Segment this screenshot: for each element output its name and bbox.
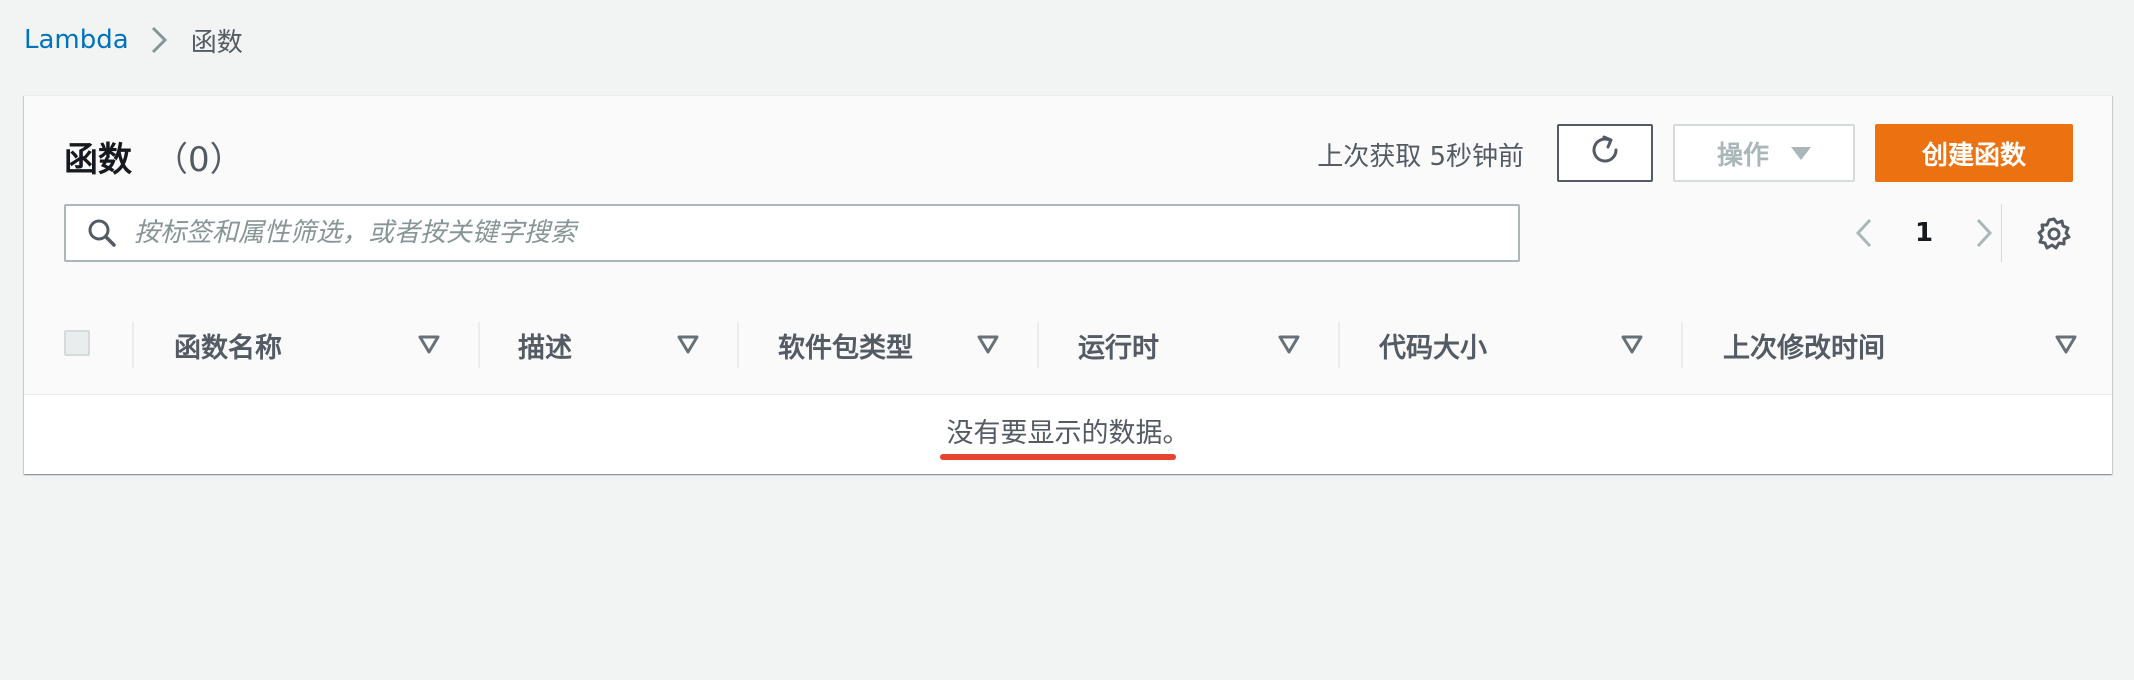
- breadcrumb-lambda-link[interactable]: Lambda: [24, 25, 129, 55]
- refresh-icon: [1588, 133, 1622, 174]
- column-header-runtime[interactable]: 运行时: [1078, 296, 1159, 394]
- empty-state-message: 没有要显示的数据。: [946, 418, 1190, 449]
- chevron-right-icon: [147, 22, 171, 58]
- column-divider: [737, 322, 739, 368]
- column-divider: [1681, 322, 1683, 368]
- search-box: [64, 204, 1520, 262]
- search-input[interactable]: [132, 207, 1518, 259]
- create-function-label: 创建函数: [1921, 140, 2026, 171]
- breadcrumb-current: 函数: [190, 27, 243, 58]
- actions-label: 操作: [1716, 140, 1769, 171]
- column-header-function-name[interactable]: 函数名称: [174, 296, 282, 394]
- column-header-last-modified[interactable]: 上次修改时间: [1723, 296, 1885, 394]
- column-divider: [1037, 322, 1039, 368]
- sort-icon[interactable]: [417, 332, 441, 356]
- chevron-left-icon[interactable]: [1844, 204, 1884, 262]
- column-header-package-type[interactable]: 软件包类型: [778, 296, 913, 394]
- sort-icon[interactable]: [976, 332, 1000, 356]
- empty-state-row: 没有要显示的数据。: [24, 395, 2112, 474]
- functions-panel: 函数 （0） 上次获取 5秒钟前 操作 创建函数 按标签和属性筛选，或者按关键字…: [24, 95, 2112, 474]
- panel-title-text: 函数: [64, 140, 132, 180]
- page-number[interactable]: 1: [1884, 218, 1964, 248]
- column-header-description[interactable]: 描述: [518, 296, 572, 394]
- column-divider: [478, 322, 480, 368]
- chevron-right-icon[interactable]: [1964, 204, 2004, 262]
- page-title: 函数 （0）: [64, 132, 244, 181]
- select-all-checkbox[interactable]: [64, 330, 90, 356]
- panel-header: 函数 （0） 上次获取 5秒钟前 操作 创建函数 按标签和属性筛选，或者按关键字…: [24, 96, 2112, 297]
- sort-icon[interactable]: [1620, 332, 1644, 356]
- column-divider: [1338, 322, 1340, 368]
- search-icon: [84, 215, 120, 251]
- divider: [2001, 204, 2002, 262]
- sort-icon[interactable]: [1277, 332, 1301, 356]
- function-count: （0）: [154, 140, 244, 180]
- column-header-code-size[interactable]: 代码大小: [1379, 296, 1487, 394]
- breadcrumb: Lambda 函数: [24, 20, 243, 60]
- caret-down-icon: [1791, 146, 1811, 160]
- create-function-button[interactable]: 创建函数: [1875, 124, 2073, 182]
- pagination: 1: [1844, 204, 2004, 262]
- sort-icon[interactable]: [676, 332, 700, 356]
- last-fetched-text: 上次获取 5秒钟前: [1317, 142, 1524, 172]
- column-divider: [132, 322, 134, 368]
- sort-icon[interactable]: [2054, 332, 2078, 356]
- refresh-button[interactable]: [1557, 124, 1653, 182]
- table-header: 函数名称 描述 软件包类型 运行时 代码大小 上次修改时间: [24, 296, 2112, 395]
- gear-icon[interactable]: [2032, 212, 2076, 256]
- highlight-underline: [940, 454, 1176, 460]
- actions-dropdown-button[interactable]: 操作: [1673, 124, 1855, 182]
